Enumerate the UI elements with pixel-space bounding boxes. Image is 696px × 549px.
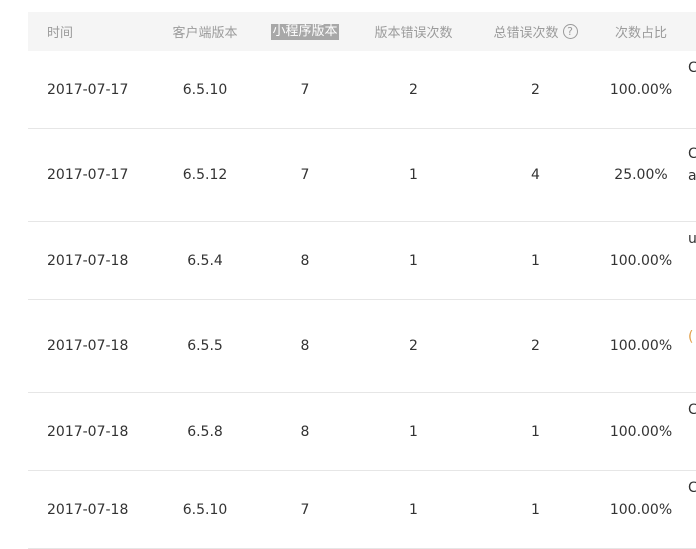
- table-row: 2017-07-18 6.5.10 7 1 1 100.00% C: [28, 471, 696, 549]
- row-client-version: 6.5.10: [182, 81, 228, 98]
- header-version-errors: 版本错误次数: [374, 26, 453, 41]
- row-ratio: 100.00%: [609, 338, 673, 354]
- row-extra-line2: (: [688, 329, 694, 345]
- row-mini-version: 8: [300, 252, 310, 269]
- error-stats-table: 时间 客户端版本 小程序版本 版本错误次数 总错误次数 ? 次数占比 2017-…: [28, 12, 696, 549]
- row-time: 2017-07-18: [47, 423, 129, 440]
- row-total-errors: 1: [531, 501, 540, 518]
- row-ratio: 100.00%: [609, 423, 673, 440]
- row-extra-line1: C: [688, 146, 696, 162]
- row-time: 2017-07-18: [47, 501, 129, 518]
- row-mini-version: 7: [300, 81, 310, 98]
- table-row: 2017-07-18 6.5.5 8 2 2 100.00% (: [28, 300, 696, 393]
- row-total-errors: 2: [531, 338, 540, 354]
- header-time: 时间: [47, 26, 74, 41]
- row-version-errors: 1: [409, 252, 418, 269]
- row-mini-version: 8: [300, 338, 310, 354]
- table-header: 时间 客户端版本 小程序版本 版本错误次数 总错误次数 ? 次数占比: [28, 12, 696, 51]
- row-ratio: 100.00%: [609, 252, 673, 269]
- row-time: 2017-07-17: [47, 81, 129, 98]
- row-ratio: 25.00%: [614, 167, 668, 183]
- row-total-errors: 1: [531, 252, 540, 269]
- row-client-version: 6.5.4: [187, 252, 223, 269]
- row-client-version: 6.5.5: [187, 338, 223, 354]
- row-extra-line1: C: [688, 402, 696, 418]
- header-ratio: 次数占比: [614, 26, 667, 41]
- row-ratio: 100.00%: [609, 81, 673, 98]
- row-extra-line1: u: [688, 231, 696, 247]
- row-mini-version: 7: [300, 501, 310, 518]
- row-mini-version: 8: [300, 423, 310, 440]
- header-total-errors: 总错误次数 ?: [478, 12, 593, 51]
- header-mini-version-label: 小程序版本: [271, 23, 339, 40]
- row-extra-line1: C: [688, 60, 696, 76]
- header-client-version: 客户端版本: [172, 26, 238, 41]
- row-extra-truncated: C: [688, 393, 696, 470]
- row-version-errors: 2: [409, 81, 418, 98]
- row-version-errors: 1: [409, 501, 418, 518]
- table-row: 2017-07-18 6.5.8 8 1 1 100.00% C: [28, 393, 696, 471]
- row-total-errors: 4: [531, 167, 540, 183]
- header-total-errors-label: 总错误次数: [493, 26, 559, 41]
- header-mini-version: 小程序版本: [254, 12, 356, 51]
- row-version-errors: 1: [409, 423, 418, 440]
- row-version-errors: 2: [409, 338, 418, 354]
- row-client-version: 6.5.10: [182, 501, 228, 518]
- question-circle-icon[interactable]: ?: [562, 24, 578, 39]
- row-mini-version: 7: [300, 167, 310, 183]
- row-total-errors: 1: [531, 423, 540, 440]
- table-row: 2017-07-17 6.5.10 7 2 2 100.00% C: [28, 51, 696, 129]
- row-ratio: 100.00%: [609, 501, 673, 518]
- table-row: 2017-07-18 6.5.4 8 1 1 100.00% u: [28, 222, 696, 300]
- row-extra-truncated: C: [688, 471, 696, 548]
- row-extra-truncated: Ca: [688, 129, 696, 221]
- row-version-errors: 1: [409, 167, 418, 183]
- row-extra-line2: a: [688, 168, 696, 184]
- row-extra-line1: C: [688, 480, 696, 496]
- table-body: 2017-07-17 6.5.10 7 2 2 100.00% C 2017-07-17 6.5…: [28, 51, 696, 549]
- row-client-version: 6.5.12: [182, 167, 228, 183]
- table-row: 2017-07-17 6.5.12 7 1 4 25.00% Ca: [28, 129, 696, 222]
- row-time: 2017-07-17: [47, 167, 129, 183]
- row-extra-truncated: (: [688, 300, 696, 392]
- row-extra-truncated: u: [688, 222, 696, 299]
- row-total-errors: 2: [531, 81, 540, 98]
- row-extra-truncated: C: [688, 51, 696, 128]
- row-client-version: 6.5.8: [187, 423, 223, 440]
- row-time: 2017-07-18: [47, 252, 129, 269]
- row-time: 2017-07-18: [47, 338, 129, 354]
